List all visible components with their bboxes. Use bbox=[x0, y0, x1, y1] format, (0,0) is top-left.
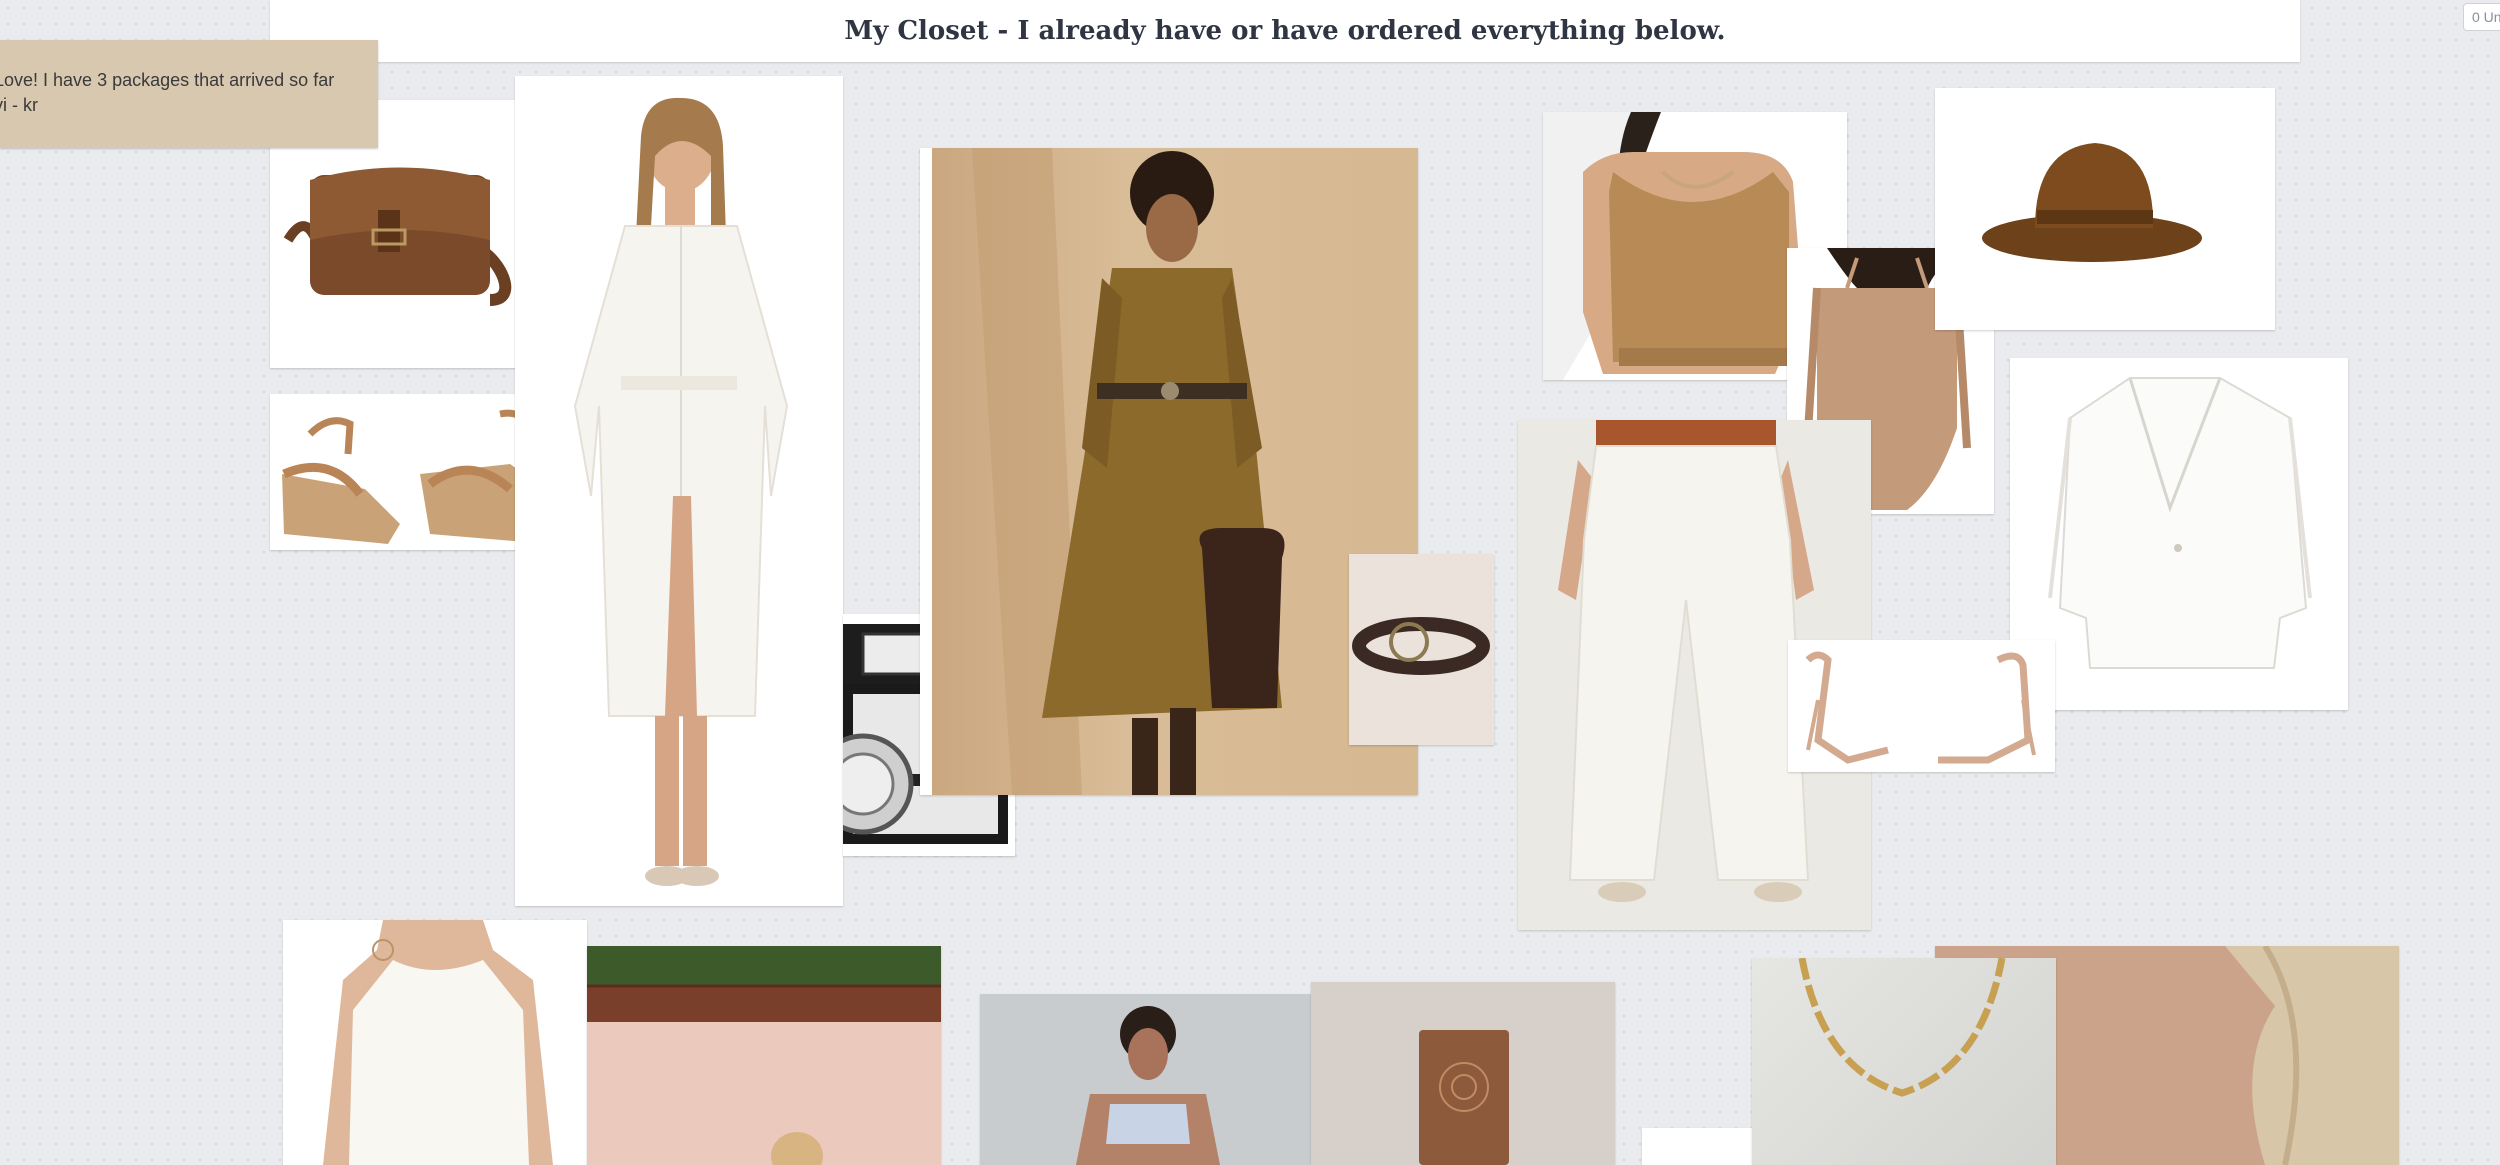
image-card-white-blazer[interactable] bbox=[2010, 358, 2348, 710]
gold-chain-photo bbox=[1752, 958, 2056, 1165]
sticky-note-line-2: yi - kr bbox=[0, 95, 38, 115]
sticky-note[interactable]: Love! I have 3 packages that arrived so … bbox=[0, 40, 378, 148]
gold-chain-image bbox=[1798, 958, 2006, 1097]
brown-belt-photo bbox=[1349, 554, 1494, 745]
image-card-white-tank[interactable] bbox=[283, 920, 587, 1165]
image-card-pink-wall-scene[interactable] bbox=[587, 946, 941, 1165]
white-tank-image bbox=[323, 920, 553, 1165]
image-card-small[interactable] bbox=[1642, 1128, 1762, 1165]
olive-satin-dress-image bbox=[972, 148, 1285, 795]
heeled-sandals-image bbox=[1805, 651, 2036, 764]
image-card-white-shirt-dress[interactable] bbox=[515, 76, 843, 906]
unread-counter[interactable]: 0 Un bbox=[2463, 3, 2500, 31]
white-blazer-image bbox=[2048, 377, 2312, 669]
fedora-image bbox=[1982, 143, 2202, 262]
pink-wall-photo bbox=[587, 946, 941, 1165]
board-title: My Closet - I already have or have order… bbox=[844, 16, 1726, 46]
image-card-fedora[interactable] bbox=[1935, 88, 2275, 330]
image-card-heeled-sandals[interactable] bbox=[1788, 640, 2055, 772]
olive-satin-dress-photo bbox=[932, 148, 1418, 795]
image-card-brown-belt[interactable] bbox=[1349, 554, 1494, 745]
sports-bra-photo bbox=[980, 994, 1312, 1165]
sports-bra-image bbox=[1076, 1006, 1220, 1165]
white-shirt-dress-image bbox=[573, 97, 789, 886]
brown-belt-image bbox=[1352, 617, 1490, 675]
board-title-bar: My Closet - I already have or have order… bbox=[270, 0, 2300, 62]
sticky-note-line-1: Love! I have 3 packages that arrived so … bbox=[0, 70, 335, 90]
image-card-gold-chain[interactable] bbox=[1752, 958, 2056, 1165]
journal-image bbox=[1419, 1030, 1509, 1165]
journal-photo bbox=[1311, 982, 1615, 1165]
image-card-olive-satin-dress[interactable] bbox=[920, 148, 1418, 795]
pink-wall-image bbox=[587, 946, 941, 1165]
image-card-journal[interactable] bbox=[1311, 982, 1615, 1165]
image-card-sports-bra[interactable] bbox=[980, 994, 1312, 1165]
